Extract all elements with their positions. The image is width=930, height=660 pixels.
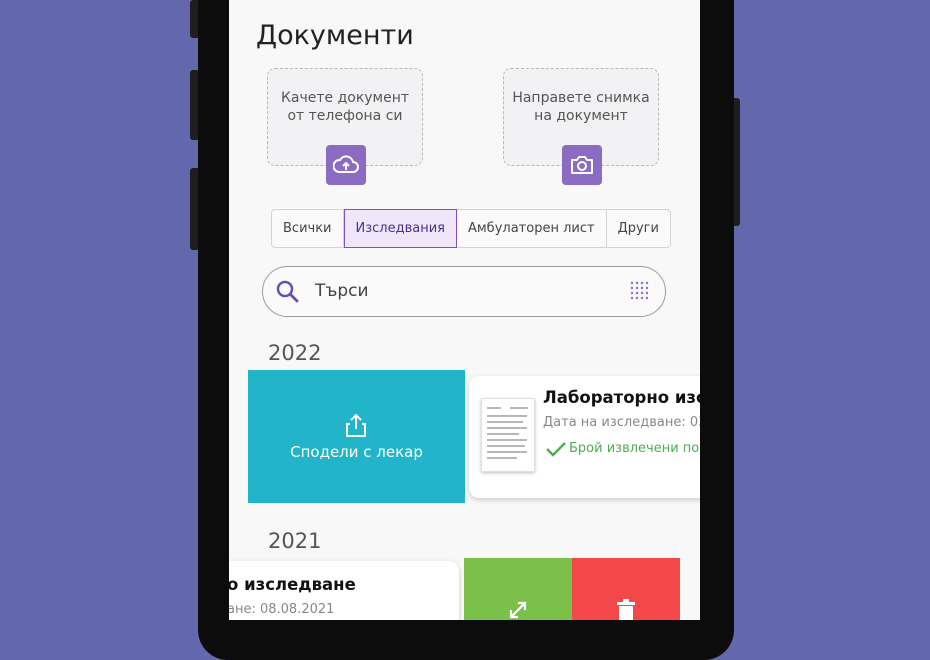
expand-icon — [509, 601, 527, 619]
tab-all[interactable]: Всички — [272, 210, 344, 247]
document-thumbnail — [481, 398, 535, 472]
document-card[interactable]: о изследване ане: 08.08.2021 — [229, 561, 459, 620]
search-placeholder: Търси — [315, 281, 369, 301]
tab-ambulatory-sheet[interactable]: Амбулаторен лист — [457, 210, 607, 247]
dot-grid-icon[interactable] — [629, 280, 651, 302]
tab-other[interactable]: Други — [607, 210, 670, 247]
cloud-upload-icon — [333, 155, 359, 173]
year-heading-2022: 2022 — [268, 341, 322, 365]
document-date: ане: 08.08.2021 — [229, 602, 335, 617]
document-title: Лабораторно изс — [543, 388, 700, 407]
search-input[interactable]: Търси — [262, 266, 666, 317]
upload-button[interactable] — [326, 145, 366, 185]
delete-button[interactable] — [572, 558, 680, 620]
upload-from-phone-label: Качете документ от телефона си — [280, 90, 410, 124]
document-title: о изследване — [229, 575, 356, 594]
trash-icon — [617, 599, 635, 620]
document-date: Дата на изследване: 03. — [543, 415, 700, 430]
year-heading-2021: 2021 — [268, 529, 322, 553]
search-icon — [276, 280, 299, 303]
take-photo-label: Направете снимка на документ — [512, 90, 650, 124]
app-screen: Документи Качете документ от телефона си… — [229, 0, 700, 620]
camera-icon — [571, 156, 593, 174]
page-title: Документи — [256, 20, 414, 51]
check-icon — [546, 442, 566, 457]
share-icon — [346, 413, 366, 437]
tab-examinations[interactable]: Изследвания — [343, 209, 457, 248]
take-photo-tile[interactable]: Направете снимка на документ — [503, 68, 659, 185]
filter-tabs: Всички Изследвания Амбулаторен лист Друг… — [271, 209, 671, 248]
expand-button[interactable] — [464, 558, 572, 620]
document-card[interactable]: Лабораторно изс Дата на изследване: 03. … — [469, 376, 700, 498]
share-with-doctor-button[interactable]: Сподели с лекар — [248, 370, 465, 503]
upload-from-phone-tile[interactable]: Качете документ от телефона си — [267, 68, 423, 185]
share-with-doctor-label: Сподели с лекар — [290, 443, 423, 461]
extracted-indicators: Брой извлечени пок — [569, 441, 700, 456]
camera-button[interactable] — [562, 145, 602, 185]
